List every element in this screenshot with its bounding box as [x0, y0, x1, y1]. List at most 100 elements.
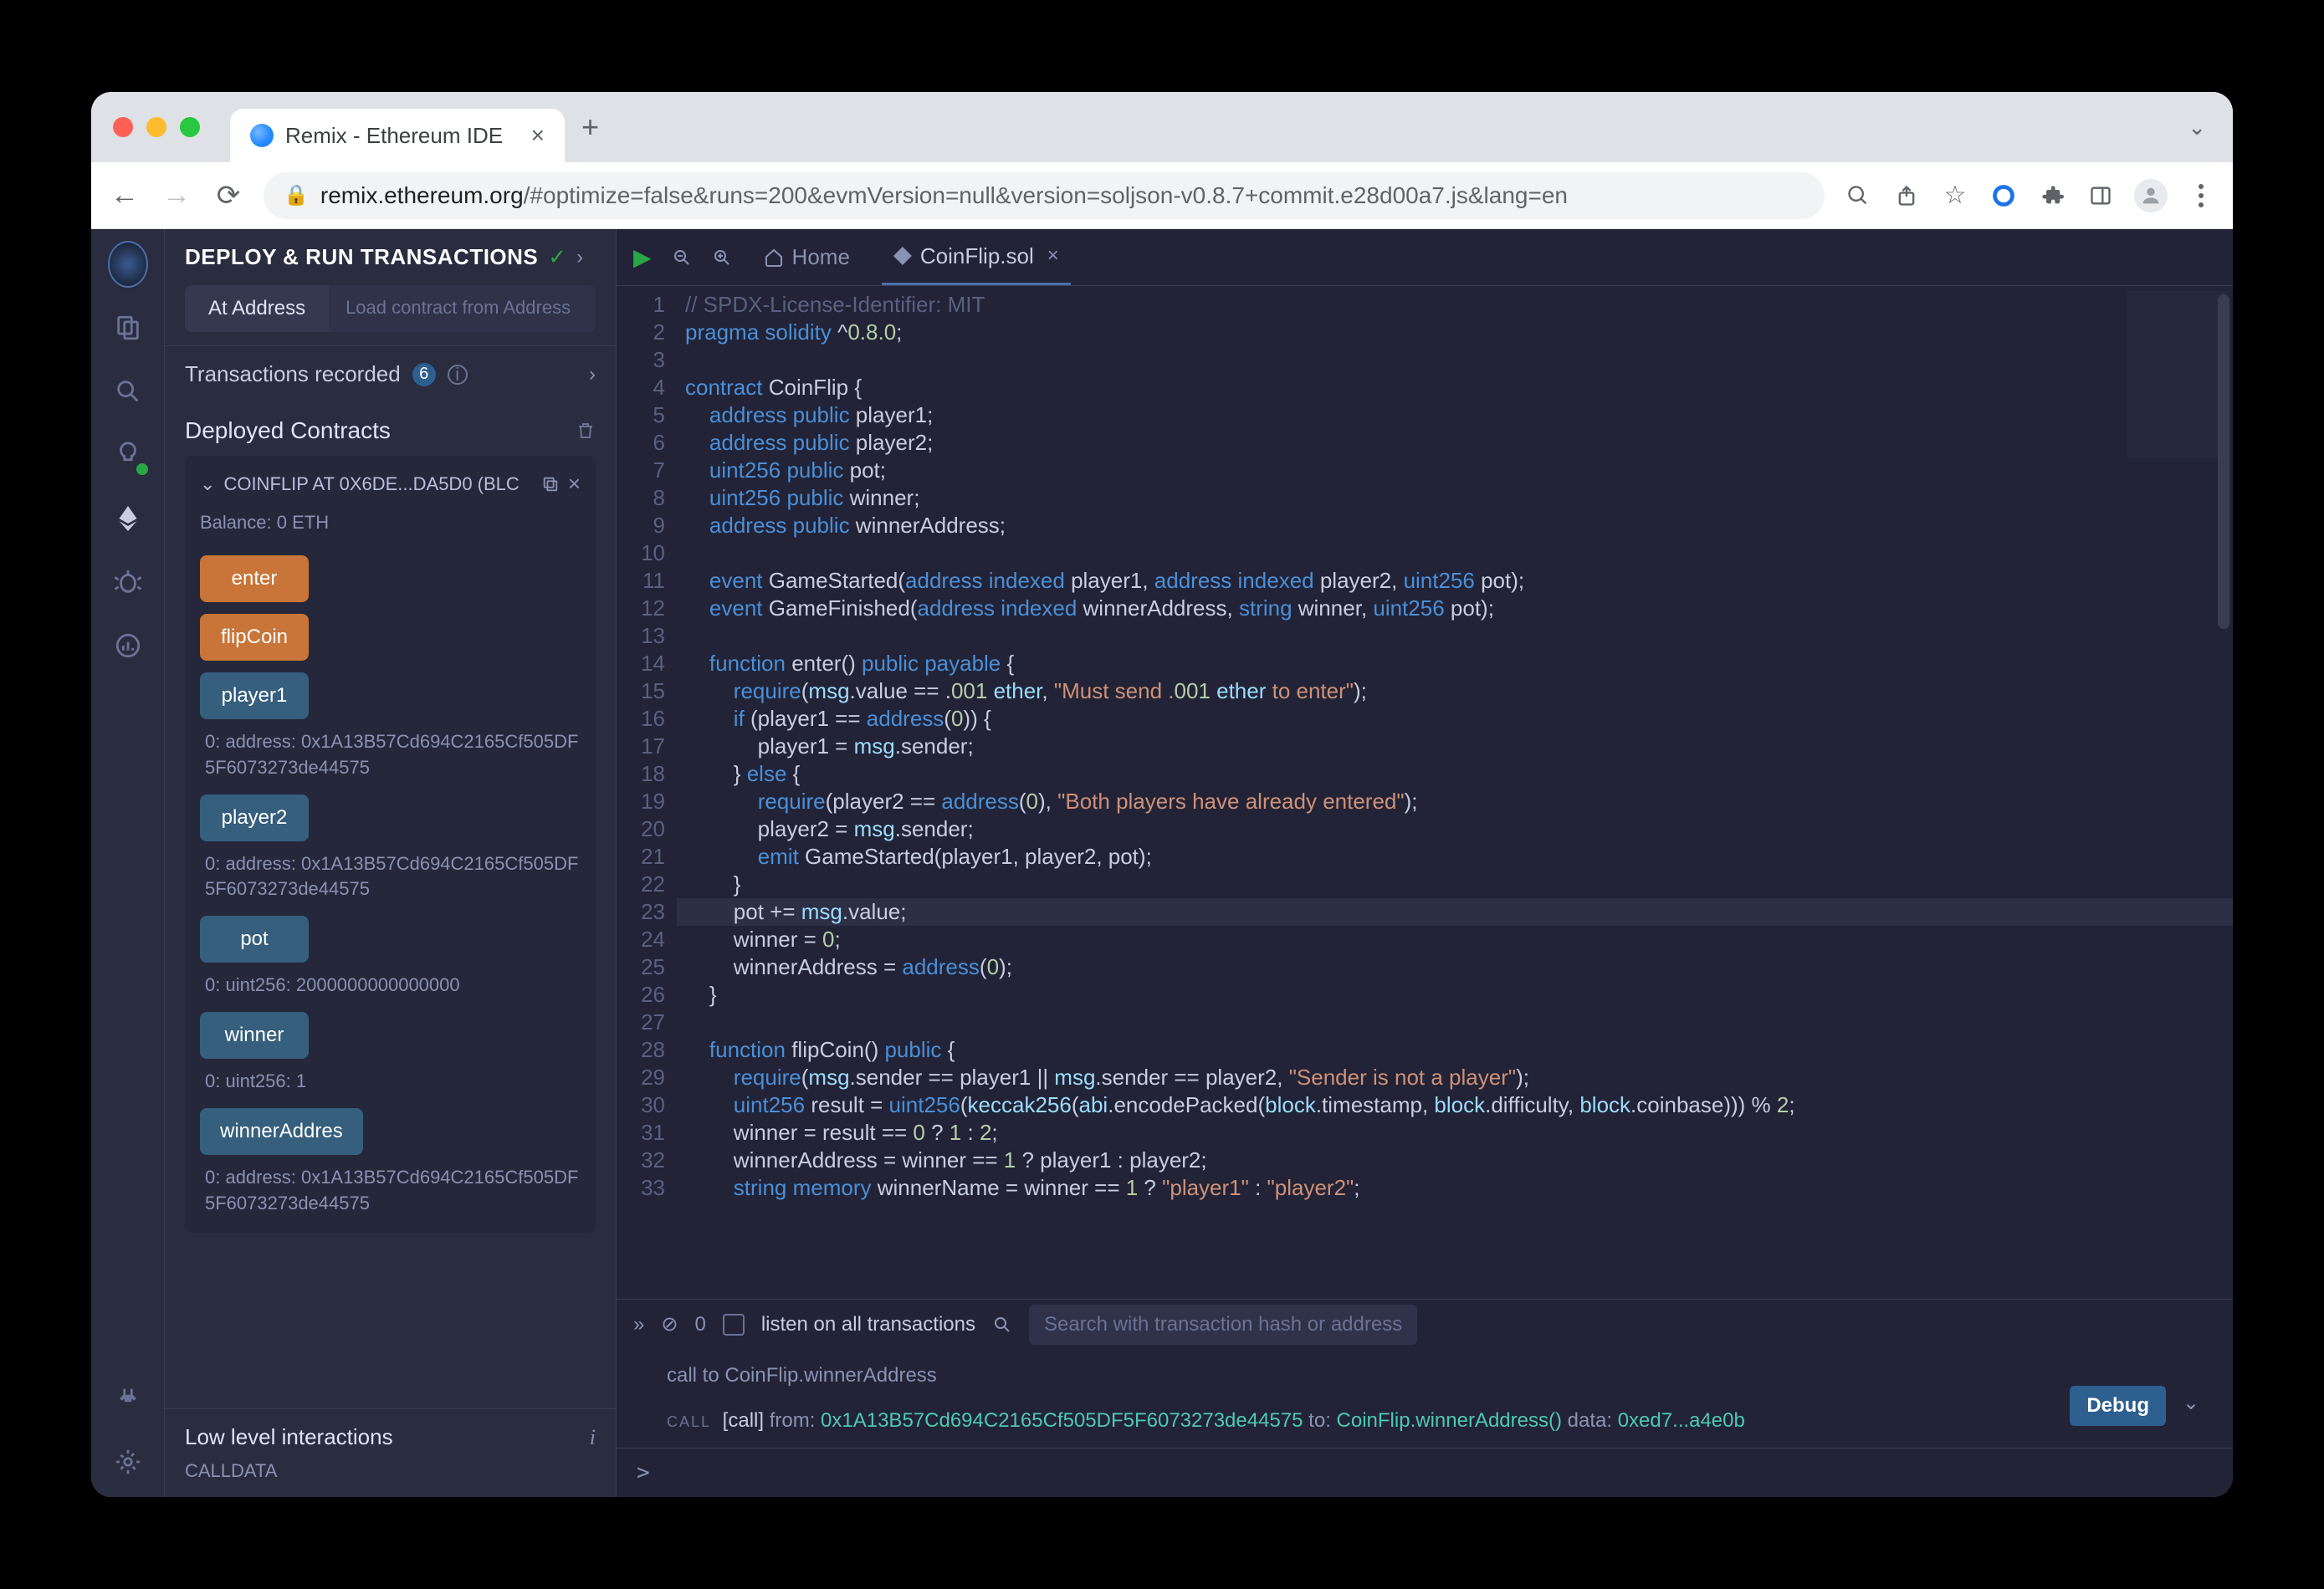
chrome-menu-icon[interactable] [2186, 181, 2216, 211]
debugger-icon[interactable] [108, 562, 148, 602]
data-label: data: [1568, 1409, 1612, 1432]
code-content[interactable]: // SPDX-License-Identifier: MITpragma so… [677, 286, 2233, 1299]
browser-window: Remix - Ethereum IDE × + ⌄ ← → ⟳ 🔒 remix… [91, 92, 2233, 1497]
trash-icon[interactable] [576, 421, 596, 441]
editor-area: ▶ Home CoinFlip.sol × 123456789 [617, 229, 2233, 1497]
pot-return: 0: uint256: 2000000000000000 [200, 963, 581, 1000]
file-tab[interactable]: CoinFlip.sol × [882, 230, 1071, 285]
close-window-button[interactable] [113, 117, 133, 137]
run-script-icon[interactable]: ▶ [633, 243, 652, 271]
remix-logo-icon[interactable] [108, 244, 148, 284]
at-address-input[interactable]: Load contract from Address [329, 285, 596, 332]
tx-recorded-label: Transactions recorded [185, 361, 401, 387]
copy-icon[interactable] [541, 475, 560, 493]
home-tab-label: Home [792, 244, 850, 270]
browser-tab[interactable]: Remix - Ethereum IDE × [230, 109, 565, 162]
url-path: /#optimize=false&runs=200&evmVersion=nul… [524, 182, 1568, 208]
player1-button[interactable]: player1 [200, 672, 309, 719]
chrome-tab-strip: Remix - Ethereum IDE × + ⌄ [91, 92, 2233, 162]
terminal-call-line: CALL [call] from: 0x1A13B57Cd694C2165Cf5… [667, 1406, 2183, 1436]
extension-circle-icon[interactable] [1989, 181, 2019, 211]
close-tab-icon[interactable]: × [1047, 244, 1059, 268]
deploy-icon[interactable] [108, 498, 148, 539]
remix-icon-panel [91, 229, 165, 1497]
info-icon[interactable]: i [448, 365, 468, 385]
maximize-window-button[interactable] [180, 117, 200, 137]
chevron-right-icon[interactable]: › [589, 363, 596, 386]
player2-return: 0: address: 0x1A13B57Cd694C2165Cf505DF5F… [200, 841, 581, 905]
home-tab[interactable]: Home [752, 244, 862, 270]
winneraddress-button[interactable]: winnerAddres [200, 1108, 363, 1155]
profile-avatar[interactable] [2134, 179, 2168, 212]
minimize-window-button[interactable] [146, 117, 166, 137]
debug-button[interactable]: Debug [2070, 1386, 2166, 1426]
reload-button[interactable]: ⟳ [212, 179, 245, 212]
pot-button[interactable]: pot [200, 916, 309, 963]
terminal-prompt[interactable]: > [617, 1448, 2233, 1497]
player2-button[interactable]: player2 [200, 794, 309, 841]
enter-button[interactable]: enter [200, 555, 309, 602]
search-icon[interactable] [108, 371, 148, 411]
zoom-icon[interactable] [1843, 181, 1873, 211]
player1-return: 0: address: 0x1A13B57Cd694C2165Cf505DF5F… [200, 719, 581, 783]
bookmark-icon[interactable]: ☆ [1940, 181, 1970, 211]
zoom-in-icon[interactable] [712, 248, 732, 268]
info-icon[interactable]: i [590, 1425, 596, 1450]
terminal-search-input[interactable]: Search with transaction hash or address [1029, 1305, 1417, 1345]
window-controls [106, 117, 213, 137]
compiler-icon[interactable] [108, 435, 148, 475]
deployed-contracts: Deployed Contracts ⌄ COINFLIP AT 0X6DE..… [165, 402, 616, 1408]
at-address-button[interactable]: At Address [185, 285, 329, 332]
settings-icon[interactable] [108, 1442, 148, 1482]
panel-title: DEPLOY & RUN TRANSACTIONS [185, 244, 538, 270]
back-button[interactable]: ← [108, 179, 141, 212]
contract-name: COINFLIP AT 0X6DE...DA5D0 (BLC [223, 473, 532, 495]
panel-header: DEPLOY & RUN TRANSACTIONS ✓ › [165, 229, 616, 285]
expand-icon[interactable]: ⌄ [2183, 1391, 2199, 1415]
transactions-recorded-section[interactable]: Transactions recorded 6 i › [165, 345, 616, 402]
new-tab-button[interactable]: + [581, 110, 599, 145]
deployed-contracts-title: Deployed Contracts [185, 417, 391, 444]
url-host: remix.ethereum.org [320, 182, 524, 208]
tabs-dropdown-icon[interactable]: ⌄ [2188, 115, 2218, 141]
address-bar[interactable]: 🔒 remix.ethereum.org/#optimize=false&run… [264, 172, 1825, 219]
share-icon[interactable] [1891, 181, 1922, 211]
listen-label: listen on all transactions [761, 1313, 975, 1336]
close-tab-icon[interactable]: × [531, 122, 545, 149]
close-icon[interactable]: × [568, 471, 581, 497]
tab-title: Remix - Ethereum IDE [285, 123, 503, 149]
low-level-title: Low level interactions [185, 1424, 393, 1450]
forward-button[interactable]: → [160, 179, 193, 212]
clear-icon[interactable]: ⊘ [661, 1312, 678, 1336]
chrome-toolbar: ← → ⟳ 🔒 remix.ethereum.org/#optimize=fal… [91, 162, 2233, 229]
listen-checkbox[interactable] [723, 1314, 745, 1336]
minimap[interactable] [2127, 291, 2228, 458]
check-icon: ✓ [548, 244, 566, 270]
call-bracket: [call] [723, 1409, 770, 1432]
terminal-output: call to CoinFlip.winnerAddress CALL [cal… [617, 1349, 2233, 1448]
remix-app: DEPLOY & RUN TRANSACTIONS ✓ › At Address… [91, 229, 2233, 1497]
code-editor[interactable]: 1234567891011121314151617181920212223242… [617, 286, 2233, 1299]
from-address: 0x1A13B57Cd694C2165Cf505DF5F6073273de445… [821, 1409, 1303, 1432]
sidepanel-icon[interactable] [2086, 181, 2116, 211]
terminal-line: call to CoinFlip.winnerAddress [667, 1361, 2183, 1391]
scrollbar[interactable] [2218, 294, 2229, 629]
analytics-icon[interactable] [108, 626, 148, 666]
call-tag: CALL [667, 1413, 717, 1431]
tx-count-badge: 6 [412, 363, 436, 386]
chevron-right-icon[interactable]: › [576, 246, 583, 269]
winner-return: 0: uint256: 1 [200, 1059, 581, 1096]
flipcoin-button[interactable]: flipCoin [200, 614, 309, 661]
from-label: from: [770, 1409, 816, 1432]
to-label: to: [1308, 1409, 1331, 1432]
search-icon[interactable] [992, 1315, 1012, 1335]
low-level-section: Low level interactions i CALLDATA [165, 1408, 616, 1497]
zoom-out-icon[interactable] [672, 248, 692, 268]
collapse-icon[interactable]: » [633, 1313, 644, 1336]
plugin-manager-icon[interactable] [108, 1378, 148, 1418]
file-tab-label: CoinFlip.sol [920, 243, 1034, 269]
extensions-icon[interactable] [2037, 181, 2067, 211]
winner-button[interactable]: winner [200, 1012, 309, 1059]
chevron-down-icon[interactable]: ⌄ [200, 473, 215, 495]
file-explorer-icon[interactable] [108, 308, 148, 348]
